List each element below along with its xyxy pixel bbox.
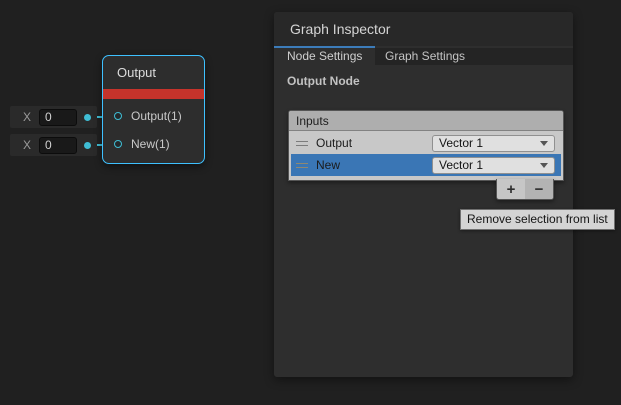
- input-name: New: [316, 158, 340, 172]
- type-dropdown-output[interactable]: Vector 1: [432, 135, 555, 152]
- edge-connector-dot-icon: [84, 142, 91, 149]
- value-field-output[interactable]: 0: [39, 109, 77, 126]
- panel-title: Graph Inspector: [274, 12, 573, 46]
- tab-graph-settings[interactable]: Graph Settings: [375, 48, 479, 65]
- port-input-new: X 0: [10, 134, 97, 156]
- edge-connector-dot-icon: [84, 114, 91, 121]
- value-field-new[interactable]: 0: [39, 137, 77, 154]
- tab-node-settings[interactable]: Node Settings: [274, 48, 375, 65]
- dropdown-value: Vector 1: [439, 158, 483, 172]
- tab-strip: Node Settings Graph Settings: [274, 48, 573, 65]
- graph-inspector-panel: Graph Inspector Node Settings Graph Sett…: [274, 12, 573, 377]
- shader-graph-canvas[interactable]: X 0 X 0 Output Output(1) New(1) Graph In…: [0, 0, 621, 405]
- remove-item-button[interactable]: −: [525, 179, 553, 199]
- port-label: Output(1): [131, 109, 182, 123]
- chevron-down-icon: [540, 141, 548, 146]
- axis-label: X: [23, 110, 31, 124]
- port-circle-icon[interactable]: [114, 112, 122, 120]
- port-input-output: X 0: [10, 106, 97, 128]
- port-label: New(1): [131, 137, 170, 151]
- add-item-button[interactable]: +: [497, 179, 525, 199]
- inputs-list: Inputs Output Vector 1 New Vector 1: [288, 110, 564, 181]
- type-dropdown-new[interactable]: Vector 1: [432, 157, 555, 174]
- node-title: Output: [103, 56, 204, 89]
- axis-label: X: [23, 138, 31, 152]
- list-item-new[interactable]: New Vector 1: [291, 154, 561, 176]
- dropdown-value: Vector 1: [439, 136, 483, 150]
- output-node[interactable]: Output Output(1) New(1): [102, 55, 205, 164]
- inputs-list-footer: + −: [496, 179, 554, 200]
- port-circle-icon[interactable]: [114, 140, 122, 148]
- node-port-new: New(1): [103, 130, 204, 158]
- input-name: Output: [316, 136, 352, 150]
- drag-handle-icon[interactable]: [296, 141, 308, 146]
- node-port-output: Output(1): [103, 102, 204, 130]
- node-color-bar: [103, 89, 204, 99]
- inputs-list-header: Inputs: [289, 111, 563, 131]
- section-title: Output Node: [287, 74, 573, 88]
- list-item-output[interactable]: Output Vector 1: [291, 132, 561, 154]
- tooltip: Remove selection from list: [460, 209, 615, 230]
- drag-handle-icon[interactable]: [296, 163, 308, 168]
- chevron-down-icon: [540, 163, 548, 168]
